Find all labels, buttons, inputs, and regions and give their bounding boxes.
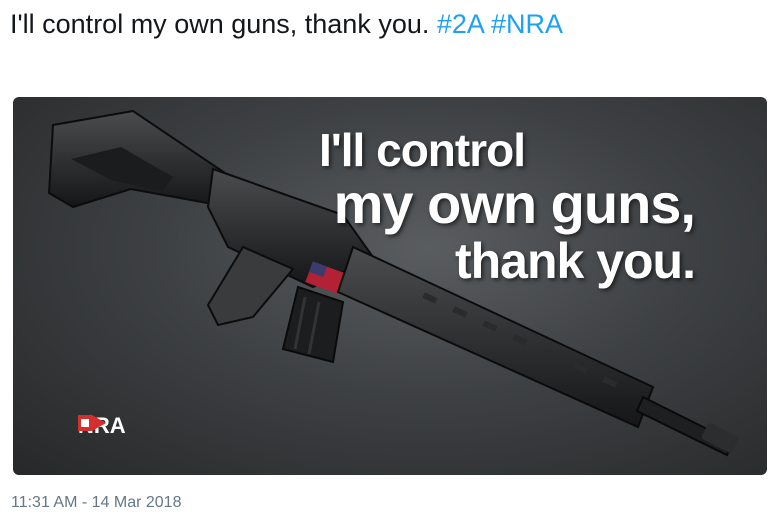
image-headline: I'll control my own guns, thank you. [319, 124, 696, 289]
tweet-text: I'll control my own guns, thank you. #2A… [10, 4, 770, 44]
tweet-media-image[interactable]: I'll control my own guns, thank you. NRA [13, 97, 767, 475]
hashtag-nra[interactable]: #NRA [491, 9, 563, 39]
hashtag-2a[interactable]: #2A [437, 9, 484, 39]
tweet-timestamp[interactable]: 11:31 AM - 14 Mar 2018 [11, 494, 181, 512]
headline-line-3: thank you. [454, 233, 696, 289]
headline-line-2: my own guns, [333, 172, 696, 235]
headline-line-1: I'll control [319, 124, 526, 176]
nra-logo-icon [78, 415, 106, 431]
nra-logo: NRA [78, 413, 126, 439]
tweet-body: I'll control my own guns, thank you. [10, 9, 430, 39]
